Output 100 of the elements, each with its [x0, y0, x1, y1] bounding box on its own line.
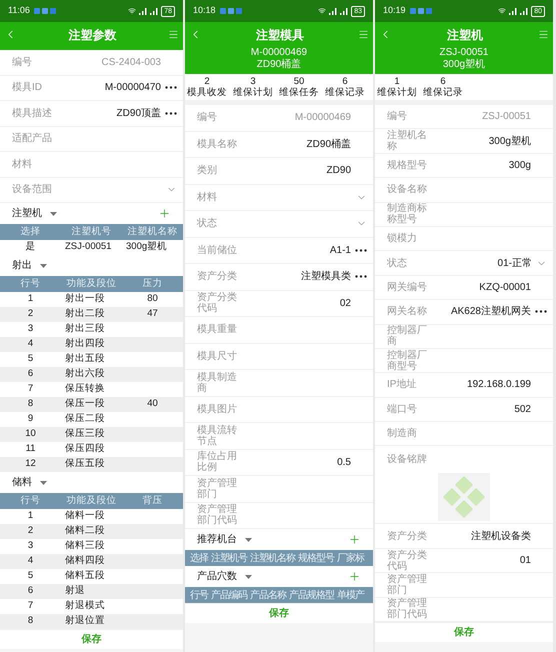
field-label: 状态	[387, 258, 408, 269]
counter-tab[interactable]: 2 模具收发	[187, 76, 227, 98]
table-cell-text: 是	[24, 240, 36, 254]
field-value: 02	[340, 296, 351, 311]
field-label: 资产管理部门代码	[197, 504, 238, 526]
field-value: 192.168.0.199	[467, 378, 531, 392]
column-header: 背压	[142, 494, 164, 508]
field-label: 库位占用比例	[197, 451, 238, 474]
column-header: 压力	[142, 276, 164, 291]
field-label: 模具ID	[12, 82, 43, 94]
column-header: 规格型号	[298, 552, 334, 566]
field-label: IP地址	[387, 379, 418, 390]
field-label: 网关编号	[387, 282, 428, 293]
table-cell-text: 保压四段	[64, 442, 106, 456]
table-cell-text: 10	[24, 427, 37, 442]
menu-icon[interactable]	[538, 29, 549, 40]
section-title: 储料	[12, 476, 32, 490]
table-cell-text: 40	[146, 397, 159, 412]
column-header: 注塑机号	[211, 552, 247, 566]
field-value: ZD90桶盖	[306, 138, 351, 152]
table-cell-text: 保压一段	[64, 397, 106, 412]
table-cell-text: 3	[26, 322, 34, 336]
field-label: 锁模力	[387, 233, 418, 244]
table-cell-text: 9	[26, 412, 34, 426]
table-cell-text: 5	[26, 569, 34, 584]
counter-tab[interactable]: 3 维保计划	[233, 76, 273, 98]
caret-down-icon[interactable]	[50, 212, 57, 216]
field-label: 编号	[387, 111, 408, 122]
more-icon[interactable]	[535, 310, 547, 314]
menu-icon[interactable]	[168, 29, 179, 40]
field-label: 端口号	[387, 404, 418, 415]
field-label: 模具尺寸	[197, 350, 238, 362]
table-cell-text: 保压转换	[64, 382, 106, 396]
signal-icon	[150, 8, 158, 14]
field-label: 资产分类	[387, 530, 428, 542]
table-cell-text: 8	[26, 397, 34, 412]
field-value: 01-正常	[498, 256, 532, 271]
section-title: 注塑机	[12, 206, 42, 221]
field-value: ZD90	[326, 164, 351, 178]
field-label: 控制器厂商型号	[387, 350, 428, 372]
column-header: 功能及段位	[66, 494, 118, 508]
caret-down-icon[interactable]	[40, 480, 47, 484]
table-cell-text: 47	[146, 307, 159, 322]
caret-down-icon[interactable]	[245, 538, 252, 542]
add-icon[interactable]	[158, 207, 171, 220]
counter-tab[interactable]: 1 维保计划	[377, 76, 417, 98]
field-label: 控制器厂商	[387, 325, 428, 348]
table-cell-text: 储料一段	[64, 509, 106, 524]
field-label: 资产分类	[197, 271, 238, 282]
field-label: 模具重量	[197, 324, 238, 336]
counter-tab[interactable]: 6 维保记录	[325, 76, 365, 98]
table-cell-text: 储料二段	[64, 524, 106, 538]
add-icon[interactable]	[348, 570, 361, 583]
field-value: 300g	[508, 158, 531, 173]
field-label: 资产管理部门	[387, 574, 428, 596]
column-header: 厂家标	[337, 552, 364, 566]
caret-down-icon[interactable]	[40, 264, 47, 268]
table-cell-text: 8	[26, 614, 34, 628]
field-value: 01	[520, 554, 531, 568]
more-icon[interactable]	[165, 112, 177, 115]
field-label: 模具图片	[197, 404, 238, 415]
counter-tab[interactable]: 50 维保任务	[279, 76, 319, 98]
field-value: 300g塑机	[488, 134, 531, 149]
column-header: 注塑机名称	[250, 552, 295, 566]
section-title: 射出	[12, 258, 32, 273]
table-cell-text: 5	[26, 352, 34, 366]
column-header: 行号	[20, 276, 42, 291]
menu-icon[interactable]	[358, 29, 369, 40]
header-subtitle: M-00000469	[250, 47, 308, 58]
table-cell-text: 1	[26, 509, 34, 524]
more-icon[interactable]	[355, 275, 367, 278]
wifi-icon	[128, 7, 136, 15]
field-label: 设备范围	[12, 184, 53, 196]
field-value: M-00000470	[104, 81, 161, 96]
column-header: 产品规格型	[289, 588, 334, 602]
caret-down-icon[interactable]	[245, 574, 252, 578]
field-label: 模具制造商	[197, 372, 238, 394]
field-label: 网关名称	[387, 306, 428, 318]
field-value: KZQ-00001	[479, 280, 531, 295]
status-time: 10:18	[193, 4, 216, 18]
add-icon[interactable]	[348, 533, 361, 546]
field-value: A1-1	[330, 244, 351, 258]
table-cell-text: 1	[26, 292, 34, 306]
header-subtitle: 300g塑机	[442, 59, 486, 71]
field-label: 资产分类代码	[197, 292, 238, 314]
table-cell-text: 11	[24, 442, 36, 456]
field-value: ZSJ-00051	[482, 110, 531, 124]
field-value: CS-2404-003	[102, 56, 161, 70]
counter-tab[interactable]: 6 维保记录	[423, 76, 463, 98]
more-icon[interactable]	[355, 248, 367, 252]
more-icon[interactable]	[165, 86, 177, 90]
column-header: 行号	[20, 494, 42, 508]
table-cell-text: 3	[26, 539, 34, 554]
field-value: AK628注塑机网关	[450, 304, 531, 320]
table-cell-text: 射出四段	[64, 337, 106, 352]
field-label: 设备名称	[387, 184, 428, 196]
table-cell-text: 7	[26, 599, 34, 614]
section-title: 产品穴数	[197, 570, 237, 584]
table-cell-text: 12	[24, 457, 37, 472]
table-cell-text: 保压三段	[64, 427, 106, 442]
